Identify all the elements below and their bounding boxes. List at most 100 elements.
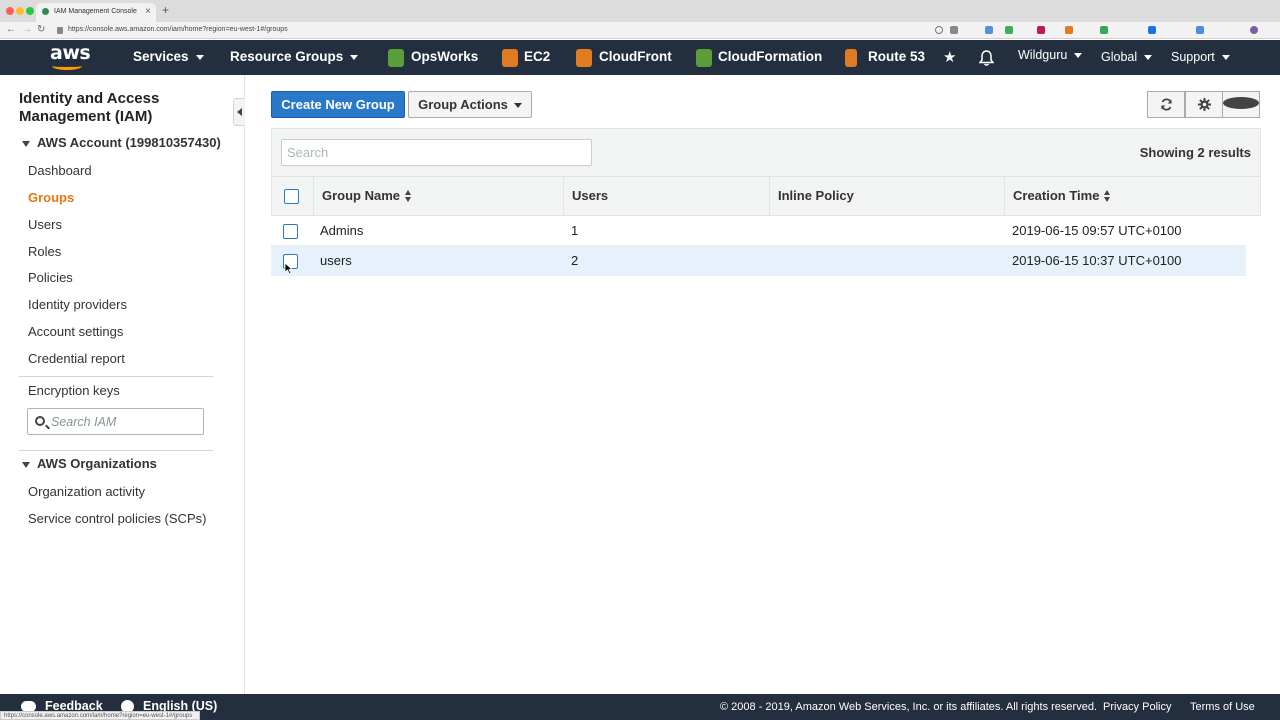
- url-field[interactable]: https://console.aws.amazon.com/iam/home?…: [57, 24, 1257, 37]
- sidebar-item-identity-providers[interactable]: Identity providers: [28, 297, 127, 312]
- extension-icon[interactable]: [1005, 26, 1013, 34]
- aws-logo-text: aws: [50, 42, 91, 64]
- row-checkbox[interactable]: [283, 224, 298, 239]
- privacy-policy-link[interactable]: Privacy Policy: [1103, 701, 1171, 713]
- sidebar-item-dashboard[interactable]: Dashboard: [28, 163, 92, 178]
- aws-smile-icon: [52, 62, 82, 70]
- create-new-group-button[interactable]: Create New Group: [271, 91, 405, 118]
- extension-icon[interactable]: [1100, 26, 1108, 34]
- sidebar-item-organization-activity[interactable]: Organization activity: [28, 484, 145, 499]
- account-menu[interactable]: Wildguru: [1018, 48, 1083, 66]
- sort-icon: [405, 189, 413, 202]
- pin-icon[interactable]: ★: [943, 48, 956, 66]
- bookmark-star-icon[interactable]: [950, 26, 958, 34]
- status-bar-url: https://console.aws.amazon.com/iam/home?…: [0, 711, 200, 720]
- sidebar: Identity and Access Management (IAM) AWS…: [0, 75, 245, 694]
- ec2-icon: [502, 49, 518, 67]
- refresh-button[interactable]: [1147, 91, 1185, 118]
- group-search-input[interactable]: [281, 139, 592, 166]
- chevron-down-icon: [1144, 55, 1153, 61]
- region-label: Global: [1101, 50, 1138, 64]
- collapse-sidebar-button[interactable]: [233, 98, 245, 126]
- column-group-name[interactable]: Group Name: [313, 177, 563, 215]
- services-menu[interactable]: Services: [133, 49, 204, 67]
- url-text: https://console.aws.amazon.com/iam/home?…: [68, 26, 288, 33]
- new-tab-icon[interactable]: +: [162, 3, 169, 17]
- sidebar-item-roles[interactable]: Roles: [28, 244, 61, 259]
- settings-button[interactable]: [1185, 91, 1223, 118]
- tab-close-icon[interactable]: ×: [145, 6, 151, 17]
- browser-tab-bar: IAM Management Console × +: [0, 0, 1280, 22]
- column-creation-time[interactable]: Creation Time: [1004, 177, 1260, 215]
- region-menu[interactable]: Global: [1101, 50, 1153, 68]
- aws-organizations-label: AWS Organizations: [37, 456, 157, 471]
- resource-groups-menu[interactable]: Resource Groups: [230, 49, 359, 67]
- select-all-checkbox[interactable]: [284, 189, 299, 204]
- browser-tab[interactable]: IAM Management Console ×: [36, 3, 156, 22]
- aws-logo[interactable]: aws: [50, 42, 91, 72]
- iam-search-input[interactable]: [51, 413, 199, 431]
- account-name: Wildguru: [1018, 48, 1068, 62]
- maximize-window-icon[interactable]: [26, 7, 34, 15]
- back-icon[interactable]: ←: [6, 24, 16, 35]
- aws-account-section[interactable]: AWS Account (199810357430): [22, 135, 221, 150]
- sidebar-item-account-settings[interactable]: Account settings: [28, 324, 123, 339]
- group-actions-button[interactable]: Group Actions: [408, 91, 532, 118]
- address-bar: ← → ↻ https://console.aws.amazon.com/iam…: [0, 22, 1280, 39]
- chevron-down-icon: [513, 103, 522, 109]
- users-cell: 2: [571, 253, 579, 268]
- table-filter-bar: Showing 2 results: [271, 128, 1261, 176]
- groups-table: Group Name Users Inline Policy Creation …: [271, 176, 1261, 276]
- chevron-down-icon: [195, 54, 204, 60]
- shortcut-cloudfront[interactable]: CloudFront: [599, 49, 672, 67]
- extension-icon[interactable]: [1037, 26, 1045, 34]
- iam-search-box: [27, 408, 204, 435]
- group-name-cell[interactable]: Admins: [320, 216, 363, 246]
- group-actions-label: Group Actions: [418, 97, 508, 112]
- select-all-cell: [272, 177, 313, 215]
- extension-icon[interactable]: [985, 26, 993, 34]
- column-inline-policy: Inline Policy: [769, 177, 1004, 215]
- column-users: Users: [563, 177, 769, 215]
- extension-icon[interactable]: [1065, 26, 1073, 34]
- close-window-icon[interactable]: [6, 7, 14, 15]
- forward-icon[interactable]: →: [22, 24, 32, 35]
- reload-icon[interactable]: ↻: [37, 24, 45, 35]
- bell-icon[interactable]: [979, 50, 994, 66]
- expand-triangle-icon: [22, 140, 30, 147]
- group-name-cell[interactable]: users: [320, 246, 352, 276]
- minimize-window-icon[interactable]: [16, 7, 24, 15]
- chevron-down-icon: [350, 54, 359, 60]
- table-row[interactable]: Admins 1 2019-06-15 09:57 UTC+0100: [271, 216, 1246, 246]
- support-menu[interactable]: Support: [1171, 50, 1230, 68]
- shortcut-opsworks[interactable]: OpsWorks: [411, 49, 478, 67]
- sidebar-item-users[interactable]: Users: [28, 217, 62, 232]
- shortcut-ec2[interactable]: EC2: [524, 49, 550, 67]
- help-button[interactable]: ?: [1222, 91, 1260, 118]
- zoom-icon[interactable]: [935, 26, 943, 34]
- table-row[interactable]: users 2 2019-06-15 10:37 UTC+0100: [271, 246, 1246, 276]
- shortcut-route53[interactable]: Route 53: [868, 49, 925, 67]
- creation-time-cell: 2019-06-15 09:57 UTC+0100: [1012, 223, 1182, 238]
- terms-of-use-link[interactable]: Terms of Use: [1190, 701, 1255, 713]
- mouse-cursor-icon: [284, 262, 294, 275]
- profile-icon[interactable]: [1250, 26, 1258, 34]
- column-creation-time-label: Creation Time: [1013, 188, 1100, 203]
- creation-time-cell: 2019-06-15 10:37 UTC+0100: [1012, 253, 1182, 268]
- column-inline-policy-label: Inline Policy: [778, 188, 854, 203]
- extension-icon[interactable]: [1148, 26, 1156, 34]
- shortcut-cloudformation[interactable]: CloudFormation: [718, 49, 822, 67]
- sidebar-item-scps[interactable]: Service control policies (SCPs): [28, 511, 206, 526]
- aws-organizations-section[interactable]: AWS Organizations: [22, 456, 157, 471]
- services-label: Services: [133, 49, 189, 64]
- opsworks-icon: [388, 49, 404, 67]
- extension-icon[interactable]: [1196, 26, 1204, 34]
- cloudformation-icon: [696, 49, 712, 67]
- sidebar-item-groups[interactable]: Groups: [28, 190, 74, 205]
- aws-top-nav: aws Services Resource Groups OpsWorks EC…: [0, 40, 1280, 75]
- sidebar-item-credential-report[interactable]: Credential report: [28, 351, 125, 366]
- column-group-name-label: Group Name: [322, 188, 401, 203]
- sidebar-item-encryption-keys[interactable]: Encryption keys: [28, 383, 120, 398]
- sidebar-item-policies[interactable]: Policies: [28, 270, 73, 285]
- chevron-down-icon: [1074, 53, 1083, 59]
